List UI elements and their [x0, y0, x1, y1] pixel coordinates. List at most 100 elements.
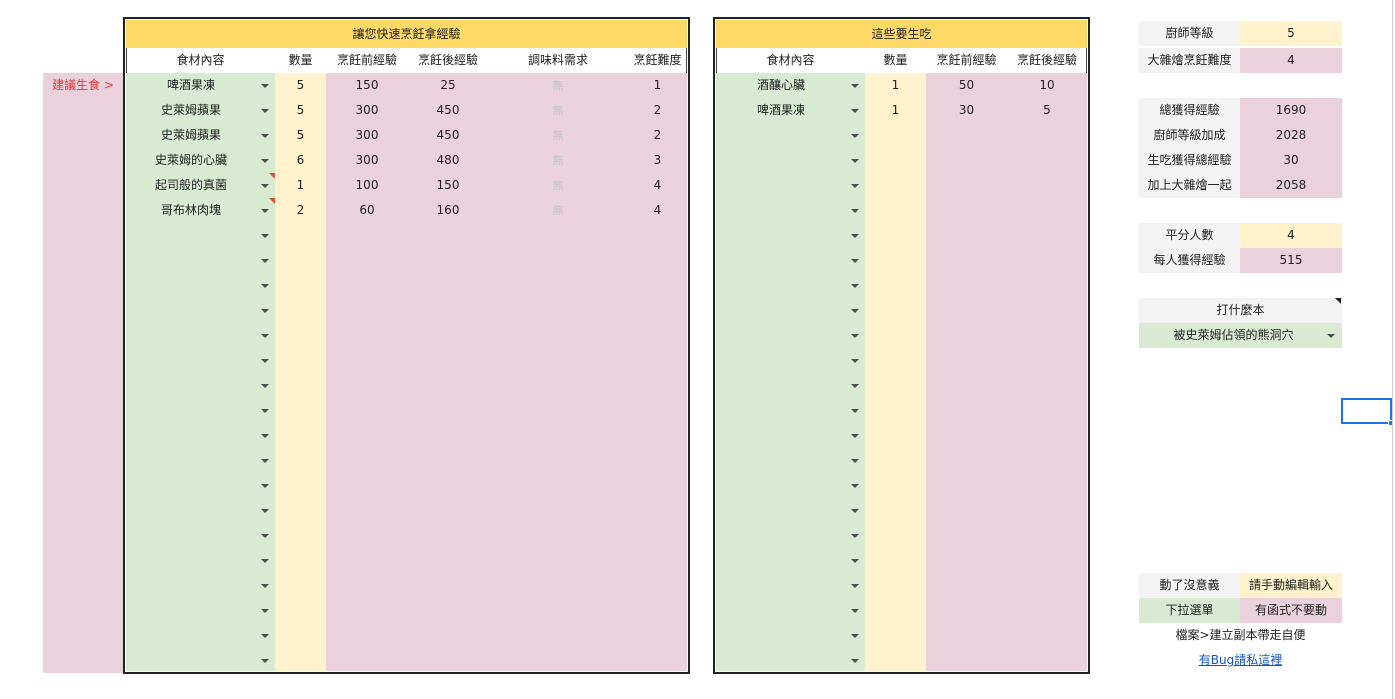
dropdown-arrow-icon[interactable] — [261, 284, 269, 288]
cook-item-cell[interactable]: 史萊姆的心臟 — [126, 148, 256, 173]
cook-after-cell: 160 — [436, 203, 460, 217]
dropdown-arrow-icon[interactable] — [261, 309, 269, 313]
cook-qty-cell[interactable]: 1 — [275, 173, 326, 198]
dropdown-arrow-icon[interactable] — [261, 409, 269, 413]
column-edge — [1392, 0, 1393, 699]
dropdown-arrow-icon[interactable] — [851, 334, 859, 338]
dropdown-arrow-icon[interactable] — [261, 609, 269, 613]
cook-header-after: 烹飪後經驗 — [417, 53, 478, 67]
note-indicator — [1335, 298, 1341, 304]
cook-qty-cell[interactable]: 6 — [275, 148, 326, 173]
selected-cell[interactable] — [1341, 398, 1392, 424]
dropdown-arrow-icon[interactable] — [851, 134, 859, 138]
dropdown-arrow-icon[interactable] — [851, 309, 859, 313]
chef-level-input[interactable]: 5 — [1240, 21, 1342, 46]
dropdown-arrow-icon[interactable] — [851, 259, 859, 263]
dropdown-arrow-icon[interactable] — [851, 509, 859, 513]
dropdown-arrow-icon[interactable] — [851, 109, 859, 113]
dropdown-arrow-icon[interactable] — [261, 509, 269, 513]
dungeon-label: 打什麼本 — [1139, 298, 1342, 323]
cook-qty-cell[interactable]: 5 — [275, 123, 326, 148]
dropdown-arrow-icon[interactable] — [261, 484, 269, 488]
dropdown-arrow-icon[interactable] — [851, 209, 859, 213]
cook-header-seasoning: 調味料需求 — [527, 53, 588, 67]
stew-difficulty-label: 大雜燴烹飪難度 — [1139, 48, 1240, 73]
dropdown-arrow-icon[interactable] — [851, 434, 859, 438]
cook-item-cell[interactable]: 史萊姆蘋果 — [126, 123, 256, 148]
dropdown-arrow-icon[interactable] — [261, 184, 269, 188]
cook-item-cell[interactable]: 啤酒果凍 — [126, 73, 256, 98]
raw-qty-cell[interactable]: 1 — [865, 98, 926, 123]
dropdown-arrow-icon[interactable] — [261, 109, 269, 113]
dropdown-arrow-icon[interactable] — [851, 234, 859, 238]
dropdown-arrow-icon[interactable] — [261, 534, 269, 538]
dropdown-arrow-icon[interactable] — [261, 559, 269, 563]
cook-before-cell: 150 — [355, 78, 379, 92]
dropdown-arrow-icon[interactable] — [851, 559, 859, 563]
dropdown-arrow-icon[interactable] — [261, 359, 269, 363]
dropdown-arrow-icon[interactable] — [851, 384, 859, 388]
cook-difficulty-cell: 2 — [653, 103, 662, 117]
dropdown-arrow-icon[interactable] — [261, 134, 269, 138]
cook-qty-cell[interactable]: 5 — [275, 98, 326, 123]
raw-item-column — [716, 73, 865, 671]
cook-difficulty-cell: 4 — [653, 203, 662, 217]
dropdown-arrow-icon[interactable] — [261, 459, 269, 463]
dropdown-arrow-icon[interactable] — [851, 634, 859, 638]
comment-indicator — [269, 198, 275, 204]
dropdown-arrow-icon[interactable] — [261, 334, 269, 338]
dropdown-arrow-icon[interactable] — [851, 284, 859, 288]
raw-total-label: 生吃獲得總經驗 — [1139, 148, 1240, 173]
dropdown-arrow-icon[interactable] — [851, 159, 859, 163]
dropdown-arrow-icon[interactable] — [851, 534, 859, 538]
dungeon-dropdown-arrow-icon[interactable] — [1327, 334, 1335, 338]
cook-qty-cell[interactable]: 5 — [275, 73, 326, 98]
with-stew-label: 加上大雜燴一起 — [1139, 173, 1240, 198]
dropdown-arrow-icon[interactable] — [261, 659, 269, 663]
cook-before-cell: 300 — [355, 153, 379, 167]
cook-item-cell[interactable]: 史萊姆蘋果 — [126, 98, 256, 123]
dropdown-arrow-icon[interactable] — [261, 434, 269, 438]
dropdown-arrow-icon[interactable] — [261, 84, 269, 88]
dropdown-arrow-icon[interactable] — [851, 409, 859, 413]
split-count-input[interactable]: 4 — [1240, 223, 1342, 248]
selection-handle[interactable] — [1388, 420, 1394, 426]
total-exp-label: 總獲得經驗 — [1139, 98, 1240, 123]
cook-seasoning-cell: 無 — [552, 204, 564, 217]
raw-before-cell: 30 — [958, 103, 975, 117]
dropdown-arrow-icon[interactable] — [851, 359, 859, 363]
raw-item-cell[interactable]: 啤酒果凍 — [716, 98, 846, 123]
dropdown-arrow-icon[interactable] — [851, 484, 859, 488]
cook-item-cell[interactable]: 哥布林肉塊 — [126, 198, 256, 223]
raw-qty-column — [865, 73, 926, 671]
dropdown-arrow-icon[interactable] — [851, 584, 859, 588]
dropdown-arrow-icon[interactable] — [851, 609, 859, 613]
dropdown-arrow-icon[interactable] — [261, 209, 269, 213]
raw-qty-cell[interactable]: 1 — [865, 73, 926, 98]
cook-header-before: 烹飪前經驗 — [336, 53, 397, 67]
dropdown-arrow-icon[interactable] — [261, 234, 269, 238]
cook-header-item: 食材內容 — [176, 53, 225, 67]
dropdown-arrow-icon[interactable] — [261, 259, 269, 263]
dropdown-arrow-icon[interactable] — [851, 84, 859, 88]
dropdown-arrow-icon[interactable] — [261, 634, 269, 638]
cook-item-cell[interactable]: 起司般的真菌 — [126, 173, 256, 198]
cook-after-cell: 450 — [436, 103, 460, 117]
cook-seasoning-cell: 無 — [552, 79, 564, 92]
dropdown-arrow-icon[interactable] — [851, 459, 859, 463]
chef-bonus-label: 廚師等級加成 — [1139, 123, 1240, 148]
raw-header-before: 烹飪前經驗 — [936, 53, 997, 67]
dropdown-arrow-icon[interactable] — [261, 384, 269, 388]
raw-item-cell[interactable]: 酒釀心臟 — [716, 73, 846, 98]
raw-header-after: 烹飪後經驗 — [1016, 53, 1077, 67]
cook-qty-cell[interactable]: 2 — [275, 198, 326, 223]
dungeon-dropdown[interactable]: 被史萊姆佔領的熊洞穴 — [1139, 323, 1342, 348]
bug-report-link[interactable]: 有Bug請私這裡 — [1139, 648, 1342, 673]
dropdown-arrow-icon[interactable] — [851, 659, 859, 663]
dropdown-arrow-icon[interactable] — [851, 184, 859, 188]
dropdown-arrow-icon[interactable] — [261, 584, 269, 588]
dropdown-arrow-icon[interactable] — [261, 159, 269, 163]
raw-after-cell: 5 — [1043, 103, 1051, 117]
suggestion-column — [43, 73, 123, 673]
cook-seasoning-cell: 無 — [552, 154, 564, 167]
